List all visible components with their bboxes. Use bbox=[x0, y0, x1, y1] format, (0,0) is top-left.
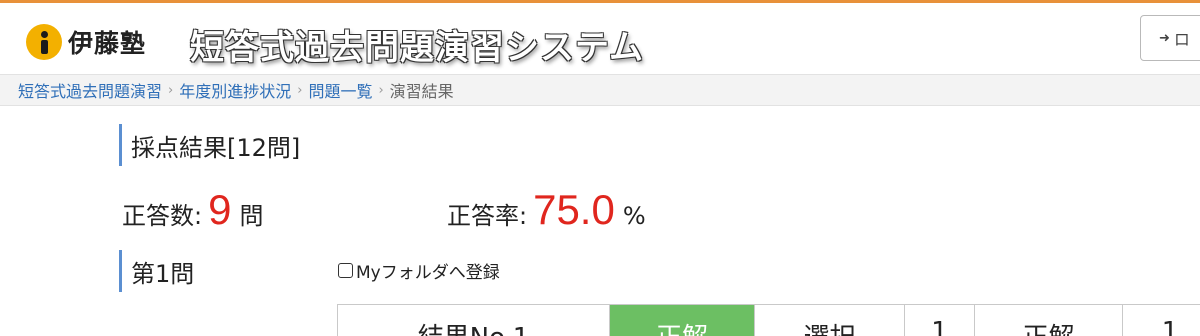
breadcrumb: 短答式過去問題演習 › 年度別進捗状況 › 問題一覧 › 演習結果 bbox=[0, 74, 1200, 106]
logo-text: 伊藤塾 bbox=[68, 29, 147, 58]
breadcrumb-link-progress[interactable]: 年度別進捗状況 bbox=[179, 78, 291, 102]
breadcrumb-link-exercise[interactable]: 短答式過去問題演習 bbox=[18, 78, 162, 102]
my-folder-register[interactable]: Myフォルダへ登録 bbox=[338, 258, 500, 283]
logout-button[interactable]: ➜ ロ bbox=[1140, 15, 1200, 61]
correct-count-value: 9 bbox=[208, 186, 232, 233]
my-folder-label: Myフォルダへ登録 bbox=[356, 263, 500, 283]
results-title: 採点結果[12問] bbox=[119, 124, 300, 166]
itojuku-logo[interactable]: 伊藤塾 bbox=[26, 22, 146, 62]
breadcrumb-link-question-list[interactable]: 問題一覧 bbox=[308, 78, 372, 102]
correct-rate-unit: % bbox=[622, 202, 646, 230]
chevron-right-icon: › bbox=[168, 82, 174, 98]
correct-count: 正答数: 9 問 bbox=[122, 186, 263, 234]
correct-count-unit: 問 bbox=[239, 202, 264, 230]
sign-out-icon: ➜ bbox=[1159, 30, 1170, 46]
question-title: 第1問 bbox=[119, 250, 194, 292]
correct-rate: 正答率: 75.0 % bbox=[447, 186, 646, 234]
chevron-right-icon: › bbox=[297, 82, 303, 98]
correct-rate-label: 正答率: bbox=[447, 202, 528, 230]
breadcrumb-current: 演習結果 bbox=[389, 82, 454, 101]
selected-label-cell: 選択 bbox=[754, 305, 904, 336]
correct-rate-value: 75.0 bbox=[533, 186, 615, 233]
answer-label-cell: 正解 bbox=[974, 305, 1122, 336]
answer-value-cell: 1 bbox=[1122, 305, 1200, 336]
my-folder-checkbox[interactable] bbox=[338, 263, 353, 278]
chevron-right-icon: › bbox=[378, 82, 384, 98]
result-table: 結果No.1 正解 選択 1 正解 1 bbox=[337, 304, 1200, 336]
app-header: 伊藤塾 短答式過去問題演習システム ➜ ロ bbox=[0, 3, 1200, 71]
logout-label: ロ bbox=[1173, 30, 1190, 49]
app-title: 短答式過去問題演習システム bbox=[190, 28, 644, 68]
result-status-badge: 正解 bbox=[609, 305, 754, 336]
result-number-cell: 結果No.1 bbox=[337, 305, 609, 336]
correct-count-label: 正答数: bbox=[122, 202, 203, 230]
itojuku-logo-icon bbox=[26, 24, 62, 60]
selected-value-cell: 1 bbox=[904, 305, 974, 336]
